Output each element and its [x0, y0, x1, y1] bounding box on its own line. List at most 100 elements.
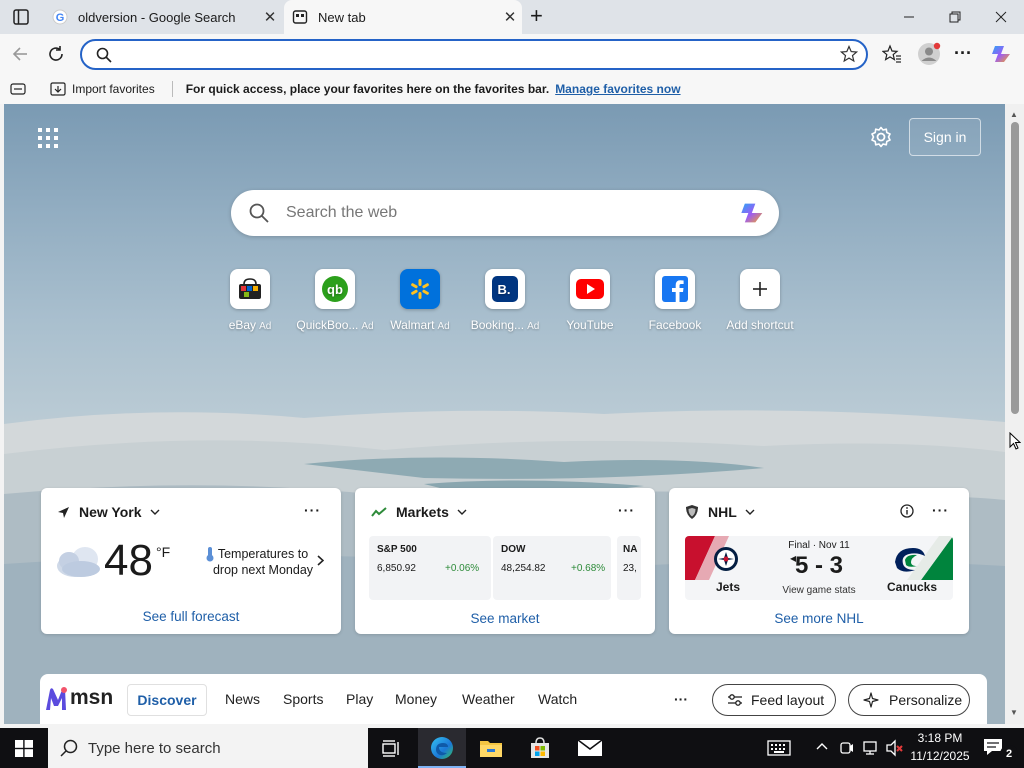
sign-in-button[interactable]: Sign in: [909, 118, 981, 156]
ad-badge: Ad: [437, 321, 450, 332]
show-hidden-icons-chevron-icon[interactable]: [816, 742, 828, 750]
edge-icon: [430, 736, 454, 760]
volume-muted-icon[interactable]: [886, 739, 904, 757]
market-value: 48,254.82: [501, 563, 546, 574]
shortcut-booking[interactable]: B. Booking... Ad: [465, 269, 545, 332]
chevron-down-icon[interactable]: [457, 509, 467, 515]
chevron-right-icon[interactable]: [317, 555, 324, 566]
market-value: 6,850.92: [377, 563, 416, 574]
nav-tab-news[interactable]: News: [225, 691, 260, 707]
network-icon[interactable]: [862, 740, 880, 756]
meet-now-icon[interactable]: [840, 740, 854, 756]
shortcut-walmart[interactable]: Walmart Ad: [380, 269, 460, 332]
search-icon: [96, 47, 112, 63]
shortcut-label: YouTube: [566, 318, 614, 332]
minimize-button[interactable]: [886, 0, 932, 34]
market-tile-nasdaq[interactable]: NA 23,: [617, 536, 641, 600]
favorites-bar-message: For quick access, place your favorites h…: [185, 82, 550, 96]
chevron-down-icon[interactable]: [745, 509, 755, 515]
back-icon[interactable]: [10, 44, 30, 64]
tab-google-search[interactable]: G oldversion - Google Search ✕: [44, 0, 282, 34]
microsoft-store-icon[interactable]: [528, 736, 552, 760]
see-more-nhl-link[interactable]: See more NHL: [669, 611, 969, 626]
divider: [171, 81, 173, 97]
weather-alert[interactable]: Temperatures to drop next Monday: [209, 546, 317, 578]
apps-grid-icon[interactable]: [38, 128, 58, 148]
close-window-button[interactable]: [978, 0, 1024, 34]
add-shortcut-button[interactable]: Add shortcut: [720, 269, 800, 332]
nav-tab-play[interactable]: Play: [346, 691, 373, 707]
favorites-bar-menu-icon[interactable]: [10, 82, 26, 96]
shortcut-facebook[interactable]: Facebook: [635, 269, 715, 332]
scroll-down-icon[interactable]: ▼: [1010, 708, 1018, 717]
tab-actions-icon[interactable]: [12, 8, 30, 26]
taskbar: Type here to search 3:18 PM 11/12/2025 2: [0, 728, 1024, 768]
taskbar-app-edge[interactable]: [418, 728, 466, 768]
nav-tab-discover[interactable]: Discover: [127, 684, 207, 716]
personalize-button[interactable]: Personalize: [848, 684, 970, 716]
close-tab-icon[interactable]: ✕: [258, 8, 282, 26]
manage-favorites-link[interactable]: Manage favorites now: [555, 82, 680, 96]
task-view-icon[interactable]: [381, 740, 401, 757]
windows-start-icon[interactable]: [15, 740, 33, 757]
file-explorer-icon[interactable]: [479, 737, 503, 759]
temperature-value: 48: [104, 536, 153, 585]
market-name: NA: [623, 544, 638, 555]
taskbar-search-box[interactable]: Type here to search: [48, 728, 368, 768]
shortcut-ebay[interactable]: eBay Ad: [210, 269, 290, 332]
see-market-link[interactable]: See market: [355, 611, 655, 626]
ad-badge: Ad: [527, 321, 540, 332]
see-full-forecast-link[interactable]: See full forecast: [41, 609, 341, 624]
page-scrollbar[interactable]: ▲ ▼: [1005, 104, 1024, 724]
import-favorites-button[interactable]: Import favorites: [50, 82, 155, 96]
favorites-icon[interactable]: [882, 44, 902, 64]
more-tabs-icon[interactable]: ···: [674, 691, 688, 707]
market-tile-sp500[interactable]: S&P 500 6,850.92 +0.06%: [369, 536, 491, 600]
weather-location[interactable]: New York: [79, 504, 142, 520]
nav-tab-money[interactable]: Money: [395, 691, 437, 707]
scrollbar-thumb[interactable]: [1011, 122, 1019, 414]
away-team-name: Canucks: [887, 580, 938, 594]
more-options-icon[interactable]: ···: [618, 502, 635, 518]
more-options-icon[interactable]: ···: [932, 502, 949, 518]
nav-tab-watch[interactable]: Watch: [538, 691, 577, 707]
web-search-input[interactable]: Search the web: [286, 204, 397, 222]
shortcut-quickbooks[interactable]: qb QuickBoo... Ad: [295, 269, 375, 332]
trend-up-icon: [371, 507, 387, 517]
chevron-down-icon[interactable]: [150, 509, 160, 515]
market-change: +0.06%: [445, 563, 480, 574]
profile-avatar[interactable]: [917, 42, 941, 66]
game-score-panel[interactable]: Jets Final · Nov 11 ◀ 5 - 3 View game st…: [685, 536, 953, 600]
mail-icon[interactable]: [577, 739, 603, 757]
more-options-icon[interactable]: ···: [304, 502, 321, 518]
touch-keyboard-icon[interactable]: [767, 740, 791, 756]
markets-title[interactable]: Markets: [396, 504, 449, 520]
clock-date[interactable]: 11/12/2025: [908, 749, 972, 763]
feed-layout-button[interactable]: Feed layout: [712, 684, 836, 716]
settings-and-more-icon[interactable]: ···: [954, 44, 972, 62]
tab-strip: G oldversion - Google Search ✕ New tab ✕…: [0, 0, 1024, 34]
shortcut-label: Facebook: [648, 318, 702, 332]
restore-button[interactable]: [932, 0, 978, 34]
msn-logo-icon[interactable]: [44, 686, 68, 712]
copilot-icon[interactable]: [739, 199, 767, 227]
copilot-icon[interactable]: [990, 42, 1014, 66]
nav-tab-weather[interactable]: Weather: [462, 691, 515, 707]
notification-count-badge: 2: [1000, 745, 1018, 763]
page-settings-gear-icon[interactable]: [870, 126, 892, 148]
web-search-box[interactable]: Search the web: [231, 190, 779, 236]
tab-new-tab[interactable]: New tab ✕: [284, 0, 522, 34]
clock-time[interactable]: 3:18 PM: [915, 731, 965, 745]
info-icon[interactable]: [900, 504, 914, 518]
scroll-up-icon[interactable]: ▲: [1010, 110, 1018, 119]
market-tile-dow[interactable]: DOW 48,254.82 +0.68%: [493, 536, 611, 600]
shortcut-youtube[interactable]: YouTube: [550, 269, 630, 332]
search-icon: [60, 739, 78, 757]
nav-tab-sports[interactable]: Sports: [283, 691, 323, 707]
nhl-title[interactable]: NHL: [708, 504, 737, 520]
new-tab-button[interactable]: +: [530, 5, 543, 27]
close-tab-icon[interactable]: ✕: [498, 8, 522, 26]
favorite-star-icon[interactable]: [840, 45, 858, 63]
address-bar[interactable]: [80, 39, 868, 70]
refresh-icon[interactable]: [46, 44, 66, 64]
